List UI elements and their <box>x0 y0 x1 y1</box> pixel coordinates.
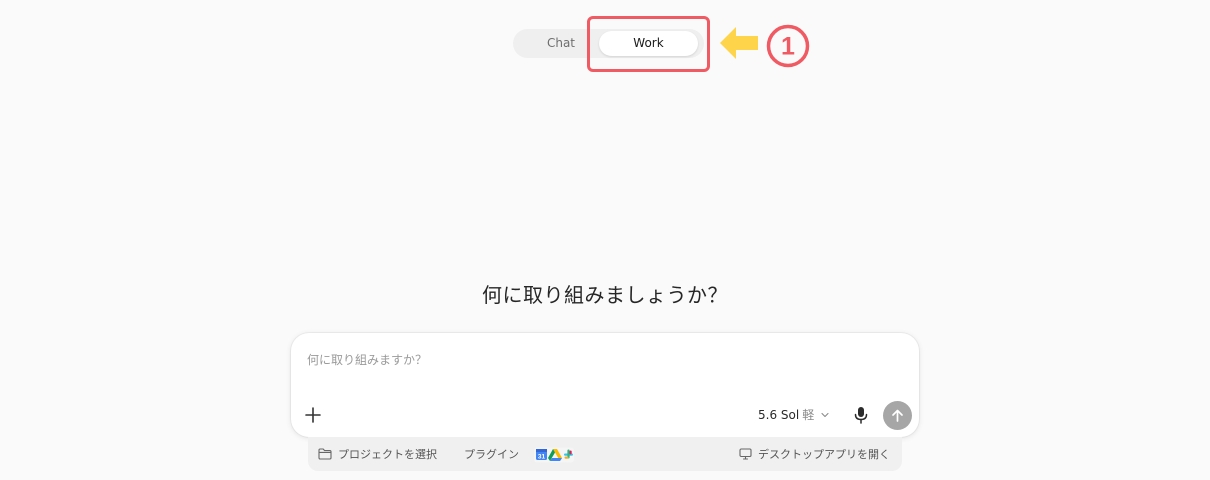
plugins-button[interactable]: プラグイン <box>464 446 519 464</box>
send-button[interactable] <box>883 401 912 430</box>
arrow-up-icon <box>892 409 903 422</box>
annotation-step-badge: 1 <box>766 24 810 68</box>
select-project-label: プロジェクトを選択 <box>338 448 437 461</box>
monitor-icon <box>739 448 752 460</box>
microphone-icon[interactable] <box>853 406 869 424</box>
prompt-input[interactable] <box>307 349 897 371</box>
model-selector[interactable]: 5.6 Sol 軽 <box>758 405 830 425</box>
folder-icon <box>318 448 332 460</box>
composer-footer: プロジェクトを選択 プラグイン 31 デスクトップアプリを開く <box>308 437 902 471</box>
plugin-icons[interactable]: 31 <box>533 445 577 464</box>
open-desktop-app-button[interactable]: デスクトップアプリを開く <box>739 446 890 464</box>
svg-text:31: 31 <box>538 454 546 461</box>
composer: 5.6 Sol軽 <box>291 333 919 437</box>
select-project-button[interactable]: プロジェクトを選択 <box>318 446 437 464</box>
plus-icon[interactable] <box>303 405 323 425</box>
open-desktop-app-label: デスクトップアプリを開く <box>758 448 890 461</box>
page-title: 何に取り組みましょうか？ <box>482 283 728 307</box>
annotation-arrow-icon <box>720 27 758 59</box>
model-name: 5.6 Sol <box>758 408 800 422</box>
annotation-highlight-box <box>587 16 710 72</box>
annotation-step-number: 1 <box>781 33 795 61</box>
chevron-down-icon <box>821 412 829 417</box>
calendar-icon: 31 <box>536 449 547 461</box>
model-mode: 軽 <box>802 408 815 422</box>
